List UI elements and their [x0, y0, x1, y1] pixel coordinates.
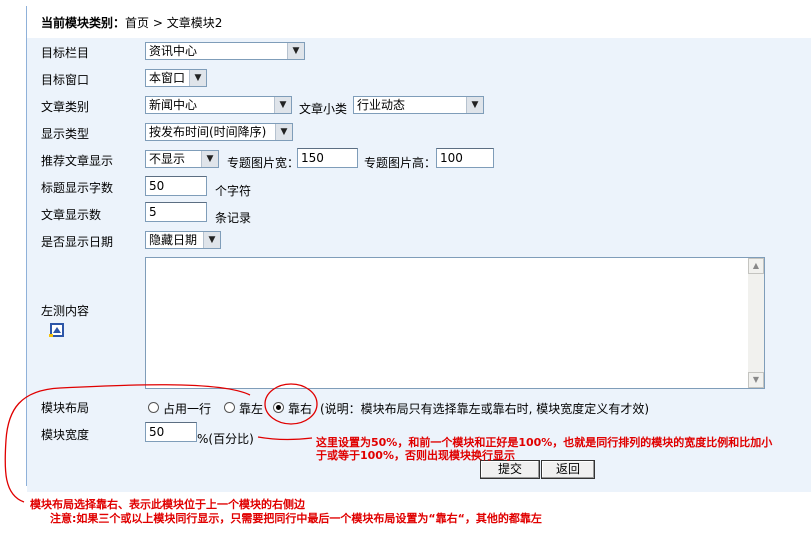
note-annotation: 注意:如果三个或以上模块同行显示，只需要把同行中最后一个模块布局设置为“靠右“，… — [50, 512, 542, 525]
annotation-arrow-width — [257, 436, 313, 441]
annotation-circle-right — [264, 383, 318, 425]
width-annotation-2: 于或等于100%，否则出现模块换行显示 — [316, 449, 515, 462]
annotation-curve-left — [4, 384, 251, 503]
annotation-lines — [4, 383, 318, 503]
